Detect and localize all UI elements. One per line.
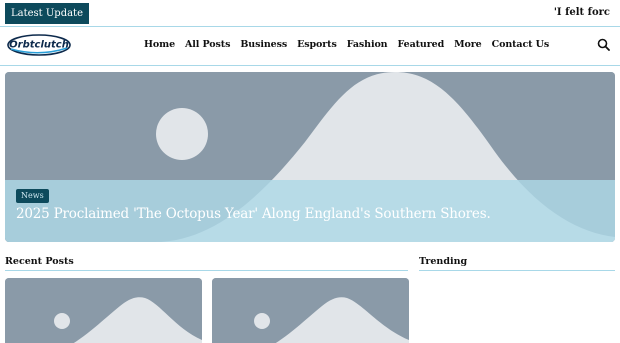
main-nav: Home All Posts Business Esports Fashion … <box>144 39 559 50</box>
site-header: Orbtclutch Home All Posts Business Espor… <box>0 28 620 66</box>
card-image-placeholder <box>212 278 409 343</box>
trending-divider <box>419 270 615 271</box>
card-image-placeholder <box>5 278 202 343</box>
trending-heading: Trending <box>419 256 468 267</box>
search-icon[interactable] <box>597 38 610 51</box>
nav-all-posts[interactable]: All Posts <box>185 39 230 50</box>
logo-text: Orbtclutch <box>9 40 69 51</box>
nav-business[interactable]: Business <box>240 39 287 50</box>
ticker-bar: Latest Update 'I felt forc <box>0 0 620 27</box>
recent-post-card[interactable] <box>5 278 202 343</box>
nav-fashion[interactable]: Fashion <box>347 39 388 50</box>
site-logo[interactable]: Orbtclutch <box>7 34 71 56</box>
nav-esports[interactable]: Esports <box>297 39 337 50</box>
recent-posts-heading: Recent Posts <box>5 256 74 267</box>
recent-post-card[interactable] <box>212 278 409 343</box>
hero-category-badge[interactable]: News <box>16 189 49 203</box>
nav-more[interactable]: More <box>454 39 482 50</box>
nav-contact-us[interactable]: Contact Us <box>492 39 550 50</box>
hero-title[interactable]: 2025 Proclaimed 'The Octopus Year' Along… <box>16 206 606 222</box>
nav-home[interactable]: Home <box>144 39 175 50</box>
ticker-headline[interactable]: 'I felt forc <box>554 7 610 18</box>
ticker-label: Latest Update <box>5 3 89 24</box>
nav-featured[interactable]: Featured <box>398 39 445 50</box>
recent-posts-divider <box>5 270 408 271</box>
hero-featured-post[interactable]: News 2025 Proclaimed 'The Octopus Year' … <box>5 72 615 242</box>
